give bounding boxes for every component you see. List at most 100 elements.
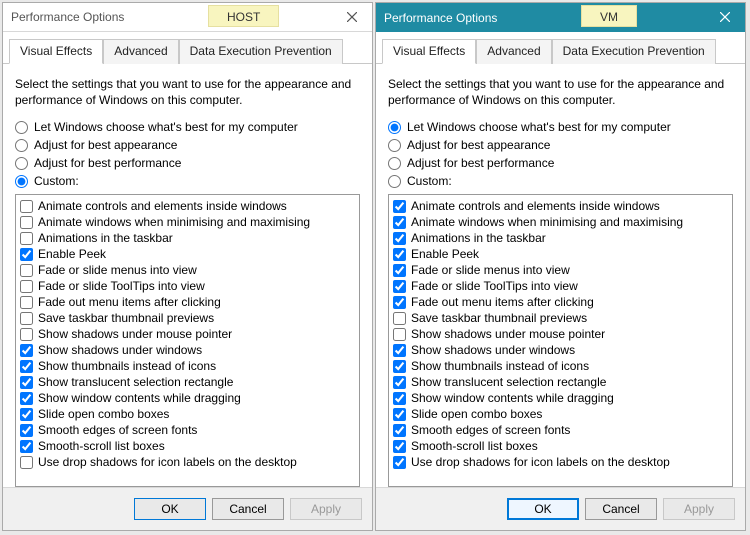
apply-button[interactable]: Apply [290,498,362,520]
effect-checkbox[interactable] [20,264,33,277]
close-button[interactable] [711,7,739,27]
effect-option[interactable]: Use drop shadows for icon labels on the … [393,454,728,470]
effect-checkbox[interactable] [393,456,406,469]
radio-option-2[interactable]: Adjust for best performance [388,156,733,170]
apply-button[interactable]: Apply [663,498,735,520]
effect-option[interactable]: Animations in the taskbar [20,230,355,246]
effect-option[interactable]: Fade or slide ToolTips into view [20,278,355,294]
effect-option[interactable]: Fade out menu items after clicking [20,294,355,310]
effect-checkbox[interactable] [393,264,406,277]
effect-checkbox[interactable] [393,200,406,213]
effect-option[interactable]: Show translucent selection rectangle [393,374,728,390]
effect-option[interactable]: Animations in the taskbar [393,230,728,246]
effect-option[interactable]: Save taskbar thumbnail previews [393,310,728,326]
effect-checkbox[interactable] [20,408,33,421]
effect-checkbox[interactable] [20,440,33,453]
effect-option[interactable]: Save taskbar thumbnail previews [20,310,355,326]
radio-option-0[interactable]: Let Windows choose what's best for my co… [15,120,360,134]
effect-checkbox[interactable] [20,296,33,309]
effect-checkbox[interactable] [20,216,33,229]
effect-option[interactable]: Show shadows under windows [20,342,355,358]
effect-option[interactable]: Show translucent selection rectangle [20,374,355,390]
ok-button[interactable]: OK [507,498,579,520]
effect-checkbox[interactable] [393,408,406,421]
effect-checkbox[interactable] [393,312,406,325]
cancel-button[interactable]: Cancel [212,498,284,520]
close-button[interactable] [338,7,366,27]
cancel-button[interactable]: Cancel [585,498,657,520]
radio-option-3[interactable]: Custom: [15,174,360,188]
tab-dep[interactable]: Data Execution Prevention [552,39,716,64]
effect-checkbox[interactable] [393,440,406,453]
effect-checkbox[interactable] [393,328,406,341]
effect-checkbox[interactable] [393,280,406,293]
tab-dep[interactable]: Data Execution Prevention [179,39,343,64]
ok-button[interactable]: OK [134,498,206,520]
effect-option[interactable]: Enable Peek [393,246,728,262]
effect-option[interactable]: Slide open combo boxes [393,406,728,422]
effect-checkbox[interactable] [20,328,33,341]
effect-checkbox[interactable] [20,312,33,325]
effect-checkbox[interactable] [20,424,33,437]
effect-checkbox[interactable] [20,392,33,405]
radio-input[interactable] [388,175,401,188]
effect-checkbox[interactable] [20,200,33,213]
effect-option[interactable]: Animate controls and elements inside win… [20,198,355,214]
radio-option-1[interactable]: Adjust for best appearance [388,138,733,152]
radio-option-0[interactable]: Let Windows choose what's best for my co… [388,120,733,134]
effect-option[interactable]: Use drop shadows for icon labels on the … [20,454,355,470]
effect-checkbox[interactable] [20,456,33,469]
effect-option[interactable]: Show shadows under mouse pointer [20,326,355,342]
tab-visual-effects[interactable]: Visual Effects [9,39,103,64]
effect-option[interactable]: Show thumbnails instead of icons [20,358,355,374]
effect-checkbox[interactable] [393,360,406,373]
effect-option[interactable]: Animate windows when minimising and maxi… [20,214,355,230]
effect-option[interactable]: Smooth-scroll list boxes [393,438,728,454]
effects-list[interactable]: Animate controls and elements inside win… [388,194,733,487]
radio-option-2[interactable]: Adjust for best performance [15,156,360,170]
radio-input[interactable] [388,139,401,152]
radio-input[interactable] [15,121,28,134]
effects-list[interactable]: Animate controls and elements inside win… [15,194,360,487]
radio-input[interactable] [15,139,28,152]
effect-option[interactable]: Animate controls and elements inside win… [393,198,728,214]
effect-option[interactable]: Fade out menu items after clicking [393,294,728,310]
effect-option[interactable]: Smooth edges of screen fonts [20,422,355,438]
effect-checkbox[interactable] [393,216,406,229]
effect-checkbox[interactable] [20,232,33,245]
effect-option[interactable]: Fade or slide ToolTips into view [393,278,728,294]
tab-advanced[interactable]: Advanced [476,39,551,64]
radio-option-3[interactable]: Custom: [388,174,733,188]
effect-checkbox[interactable] [20,360,33,373]
effect-option[interactable]: Show thumbnails instead of icons [393,358,728,374]
effect-option[interactable]: Show shadows under windows [393,342,728,358]
effect-checkbox[interactable] [393,424,406,437]
effect-option[interactable]: Animate windows when minimising and maxi… [393,214,728,230]
effect-checkbox[interactable] [393,392,406,405]
effect-option[interactable]: Fade or slide menus into view [20,262,355,278]
radio-input[interactable] [388,157,401,170]
radio-input[interactable] [15,175,28,188]
effect-checkbox[interactable] [20,344,33,357]
effect-option[interactable]: Show shadows under mouse pointer [393,326,728,342]
effect-option[interactable]: Fade or slide menus into view [393,262,728,278]
effect-checkbox[interactable] [393,344,406,357]
effect-checkbox[interactable] [20,280,33,293]
effect-option[interactable]: Show window contents while dragging [20,390,355,406]
tab-advanced[interactable]: Advanced [103,39,178,64]
effect-checkbox[interactable] [20,248,33,261]
radio-input[interactable] [15,157,28,170]
effect-checkbox[interactable] [393,296,406,309]
effect-option[interactable]: Smooth-scroll list boxes [20,438,355,454]
effect-option[interactable]: Smooth edges of screen fonts [393,422,728,438]
tab-visual-effects[interactable]: Visual Effects [382,39,476,64]
effect-option[interactable]: Show window contents while dragging [393,390,728,406]
effect-checkbox[interactable] [393,376,406,389]
effect-option[interactable]: Enable Peek [20,246,355,262]
effect-checkbox[interactable] [393,248,406,261]
effect-checkbox[interactable] [20,376,33,389]
radio-option-1[interactable]: Adjust for best appearance [15,138,360,152]
radio-input[interactable] [388,121,401,134]
effect-option[interactable]: Slide open combo boxes [20,406,355,422]
effect-checkbox[interactable] [393,232,406,245]
